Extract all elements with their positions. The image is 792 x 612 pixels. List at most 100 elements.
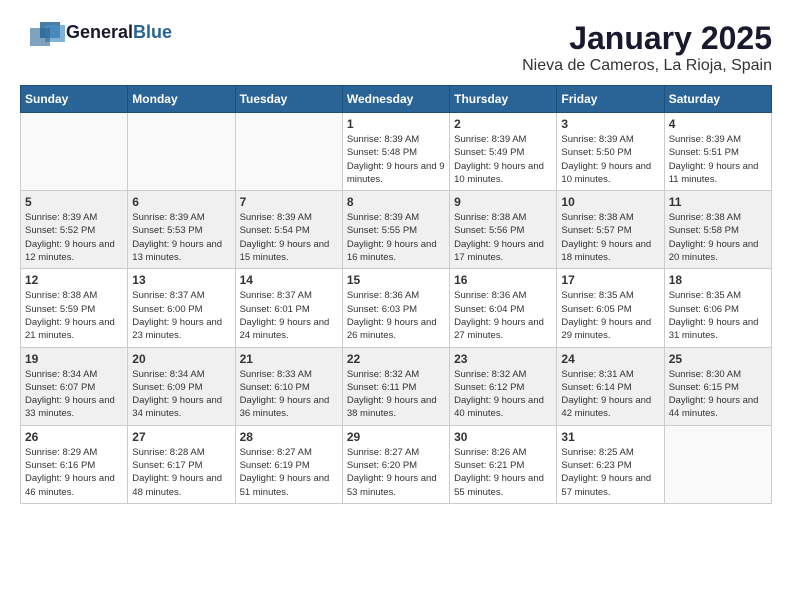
- calendar-cell: 25 Sunrise: 8:30 AM Sunset: 6:15 PM Dayli…: [664, 347, 771, 425]
- calendar-table: SundayMondayTuesdayWednesdayThursdayFrid…: [20, 85, 772, 504]
- calendar-cell: 1 Sunrise: 8:39 AM Sunset: 5:48 PM Daylig…: [342, 113, 449, 191]
- day-header-sunday: Sunday: [21, 86, 128, 113]
- day-info: Sunrise: 8:39 AM Sunset: 5:55 PM Dayligh…: [347, 211, 445, 264]
- calendar-cell: 16 Sunrise: 8:36 AM Sunset: 6:04 PM Dayli…: [450, 269, 557, 347]
- day-number: 15: [347, 273, 445, 287]
- day-info: Sunrise: 8:39 AM Sunset: 5:50 PM Dayligh…: [561, 133, 659, 186]
- subtitle: Nieva de Cameros, La Rioja, Spain: [522, 57, 772, 75]
- calendar-cell: 29 Sunrise: 8:27 AM Sunset: 6:20 PM Dayli…: [342, 425, 449, 503]
- day-info: Sunrise: 8:39 AM Sunset: 5:54 PM Dayligh…: [240, 211, 338, 264]
- calendar-cell: 4Sunrise: 8:39 AM Sunset: 5:51 PM Daylig…: [664, 113, 771, 191]
- day-header-wednesday: Wednesday: [342, 86, 449, 113]
- calendar-cell: 14 Sunrise: 8:37 AM Sunset: 6:01 PM Dayli…: [235, 269, 342, 347]
- calendar-cell: 17 Sunrise: 8:35 AM Sunset: 6:05 PM Dayli…: [557, 269, 664, 347]
- calendar-cell: 24Sunrise: 8:31 AM Sunset: 6:14 PM Dayli…: [557, 347, 664, 425]
- day-info: Sunrise: 8:38 AM Sunset: 5:57 PM Dayligh…: [561, 211, 659, 264]
- day-number: 29: [347, 430, 445, 444]
- day-header-tuesday: Tuesday: [235, 86, 342, 113]
- logo: GeneralBlue: [20, 20, 172, 45]
- day-info: Sunrise: 8:39 AM Sunset: 5:53 PM Dayligh…: [132, 211, 230, 264]
- week-row-1: 1 Sunrise: 8:39 AM Sunset: 5:48 PM Daylig…: [21, 113, 772, 191]
- day-info: Sunrise: 8:34 AM Sunset: 6:07 PM Dayligh…: [25, 368, 123, 421]
- day-number: 25: [669, 352, 767, 366]
- day-info: Sunrise: 8:34 AM Sunset: 6:09 PM Dayligh…: [132, 368, 230, 421]
- day-number: 24: [561, 352, 659, 366]
- calendar-cell: 11 Sunrise: 8:38 AM Sunset: 5:58 PM Dayli…: [664, 191, 771, 269]
- calendar-cell: 22 Sunrise: 8:32 AM Sunset: 6:11 PM Dayli…: [342, 347, 449, 425]
- calendar-cell: 8 Sunrise: 8:39 AM Sunset: 5:55 PM Daylig…: [342, 191, 449, 269]
- calendar-body: 1 Sunrise: 8:39 AM Sunset: 5:48 PM Daylig…: [21, 113, 772, 504]
- day-info: Sunrise: 8:26 AM Sunset: 6:21 PM Dayligh…: [454, 446, 552, 499]
- day-number: 18: [669, 273, 767, 287]
- day-number: 10: [561, 195, 659, 209]
- day-info: Sunrise: 8:39 AM Sunset: 5:51 PM Dayligh…: [669, 133, 767, 186]
- day-info: Sunrise: 8:25 AM Sunset: 6:23 PM Dayligh…: [561, 446, 659, 499]
- calendar-cell: 30 Sunrise: 8:26 AM Sunset: 6:21 PM Dayli…: [450, 425, 557, 503]
- day-info: Sunrise: 8:38 AM Sunset: 5:58 PM Dayligh…: [669, 211, 767, 264]
- day-number: 28: [240, 430, 338, 444]
- day-number: 11: [669, 195, 767, 209]
- calendar-cell: 21Sunrise: 8:33 AM Sunset: 6:10 PM Dayli…: [235, 347, 342, 425]
- calendar-cell: 18 Sunrise: 8:35 AM Sunset: 6:06 PM Dayli…: [664, 269, 771, 347]
- day-info: Sunrise: 8:35 AM Sunset: 6:05 PM Dayligh…: [561, 289, 659, 342]
- logo-general: GeneralBlue: [66, 23, 172, 43]
- day-number: 13: [132, 273, 230, 287]
- week-row-3: 12Sunrise: 8:38 AM Sunset: 5:59 PM Dayli…: [21, 269, 772, 347]
- day-info: Sunrise: 8:32 AM Sunset: 6:11 PM Dayligh…: [347, 368, 445, 421]
- calendar-cell: [235, 113, 342, 191]
- day-info: Sunrise: 8:29 AM Sunset: 6:16 PM Dayligh…: [25, 446, 123, 499]
- day-number: 1: [347, 117, 445, 131]
- day-number: 17: [561, 273, 659, 287]
- logo-icon: [20, 20, 60, 45]
- day-number: 23: [454, 352, 552, 366]
- day-number: 22: [347, 352, 445, 366]
- calendar-cell: 12Sunrise: 8:38 AM Sunset: 5:59 PM Dayli…: [21, 269, 128, 347]
- day-number: 20: [132, 352, 230, 366]
- day-number: 16: [454, 273, 552, 287]
- calendar-cell: 6 Sunrise: 8:39 AM Sunset: 5:53 PM Daylig…: [128, 191, 235, 269]
- day-number: 19: [25, 352, 123, 366]
- page-header: GeneralBlue January 2025 Nieva de Camero…: [20, 20, 772, 75]
- day-info: Sunrise: 8:33 AM Sunset: 6:10 PM Dayligh…: [240, 368, 338, 421]
- day-number: 9: [454, 195, 552, 209]
- calendar-cell: 3 Sunrise: 8:39 AM Sunset: 5:50 PM Daylig…: [557, 113, 664, 191]
- day-number: 2: [454, 117, 552, 131]
- day-info: Sunrise: 8:27 AM Sunset: 6:20 PM Dayligh…: [347, 446, 445, 499]
- calendar-cell: [664, 425, 771, 503]
- day-number: 12: [25, 273, 123, 287]
- day-number: 5: [25, 195, 123, 209]
- day-number: 14: [240, 273, 338, 287]
- calendar-cell: [21, 113, 128, 191]
- calendar-cell: 7Sunrise: 8:39 AM Sunset: 5:54 PM Daylig…: [235, 191, 342, 269]
- days-of-week-row: SundayMondayTuesdayWednesdayThursdayFrid…: [21, 86, 772, 113]
- day-info: Sunrise: 8:30 AM Sunset: 6:15 PM Dayligh…: [669, 368, 767, 421]
- calendar-cell: 26Sunrise: 8:29 AM Sunset: 6:16 PM Dayli…: [21, 425, 128, 503]
- week-row-4: 19 Sunrise: 8:34 AM Sunset: 6:07 PM Dayli…: [21, 347, 772, 425]
- calendar-cell: 31Sunrise: 8:25 AM Sunset: 6:23 PM Dayli…: [557, 425, 664, 503]
- calendar-cell: [128, 113, 235, 191]
- day-header-friday: Friday: [557, 86, 664, 113]
- day-info: Sunrise: 8:39 AM Sunset: 5:48 PM Dayligh…: [347, 133, 445, 186]
- day-info: Sunrise: 8:36 AM Sunset: 6:03 PM Dayligh…: [347, 289, 445, 342]
- day-info: Sunrise: 8:35 AM Sunset: 6:06 PM Dayligh…: [669, 289, 767, 342]
- calendar-cell: 23Sunrise: 8:32 AM Sunset: 6:12 PM Dayli…: [450, 347, 557, 425]
- calendar-cell: 28Sunrise: 8:27 AM Sunset: 6:19 PM Dayli…: [235, 425, 342, 503]
- calendar-cell: 10 Sunrise: 8:38 AM Sunset: 5:57 PM Dayli…: [557, 191, 664, 269]
- day-header-saturday: Saturday: [664, 86, 771, 113]
- day-info: Sunrise: 8:28 AM Sunset: 6:17 PM Dayligh…: [132, 446, 230, 499]
- calendar-cell: 9Sunrise: 8:38 AM Sunset: 5:56 PM Daylig…: [450, 191, 557, 269]
- day-info: Sunrise: 8:36 AM Sunset: 6:04 PM Dayligh…: [454, 289, 552, 342]
- logo-text-block: GeneralBlue: [66, 23, 172, 43]
- day-info: Sunrise: 8:37 AM Sunset: 6:01 PM Dayligh…: [240, 289, 338, 342]
- day-number: 8: [347, 195, 445, 209]
- week-row-5: 26Sunrise: 8:29 AM Sunset: 6:16 PM Dayli…: [21, 425, 772, 503]
- week-row-2: 5Sunrise: 8:39 AM Sunset: 5:52 PM Daylig…: [21, 191, 772, 269]
- day-number: 30: [454, 430, 552, 444]
- calendar-cell: 27 Sunrise: 8:28 AM Sunset: 6:17 PM Dayli…: [128, 425, 235, 503]
- day-number: 3: [561, 117, 659, 131]
- calendar-cell: 13Sunrise: 8:37 AM Sunset: 6:00 PM Dayli…: [128, 269, 235, 347]
- day-header-thursday: Thursday: [450, 86, 557, 113]
- day-number: 27: [132, 430, 230, 444]
- main-title: January 2025: [522, 20, 772, 57]
- day-number: 6: [132, 195, 230, 209]
